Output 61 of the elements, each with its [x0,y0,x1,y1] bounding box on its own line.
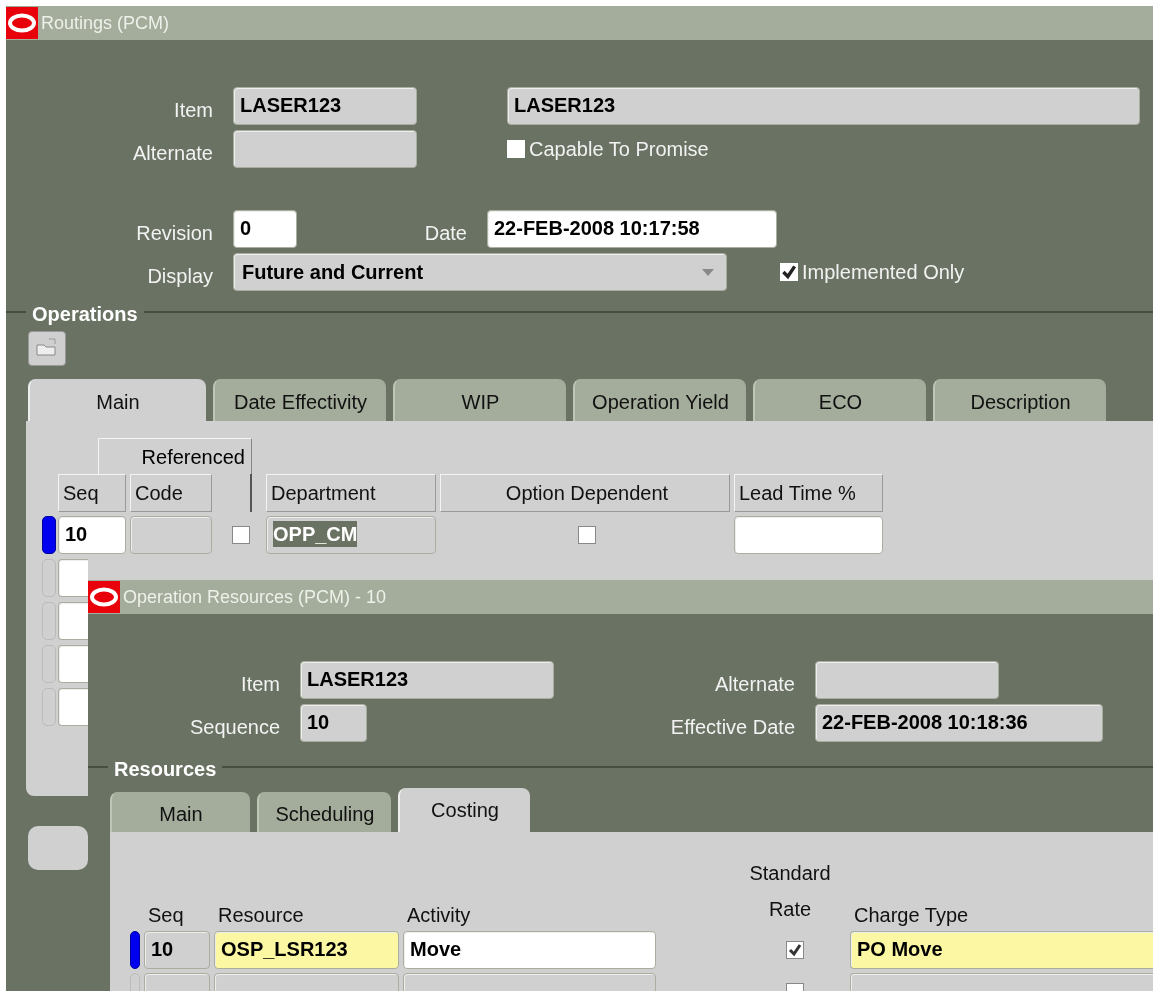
item-field[interactable]: LASER123 [300,661,554,699]
checkbox[interactable] [786,941,804,959]
folder-icon [35,337,59,357]
oracle-logo-icon [6,7,38,39]
tab[interactable]: Costing [398,788,530,832]
alternate-field[interactable] [815,661,999,699]
record-indicator[interactable] [42,516,56,554]
field-label: Effective Date [669,715,795,740]
checkbox-label: Implemented Only [802,260,965,284]
seq-field[interactable]: 10 [144,931,210,969]
column-header: Department [266,474,436,512]
field-label: Revision [135,221,214,245]
field-label: Alternate [713,672,795,697]
tab[interactable]: Scheduling [257,792,391,832]
lead-time-field[interactable] [734,516,883,554]
checkbox[interactable] [232,526,250,544]
column-group-header: Referenced [98,438,252,474]
field-label: Display [146,264,214,288]
code-field[interactable] [130,516,212,554]
button[interactable] [28,826,88,870]
column-header: Code [130,474,212,512]
tab[interactable]: Date Effectivity [213,379,386,421]
column-header: Seq [147,904,185,928]
record-indicator[interactable] [130,931,140,969]
folder-button[interactable] [28,331,66,366]
field-label: Alternate [131,141,214,165]
column-header: Activity [406,904,472,928]
tab[interactable]: Description [933,379,1106,421]
window-title: Routings (PCM) [41,12,170,34]
tab[interactable]: Main [110,792,250,832]
field-label: Sequence [188,715,280,740]
field-label: Item [173,98,214,122]
tab[interactable]: Operation Yield [573,379,746,421]
column-header: Option Dependent [440,474,730,512]
seq-field[interactable] [58,645,88,683]
seq-field[interactable] [58,688,88,726]
checkbox-label: Capable To Promise [529,137,709,161]
tab[interactable]: WIP [393,379,566,421]
tab[interactable]: Main [28,379,206,421]
oracle-logo-icon [88,581,120,613]
seq-field[interactable]: 10 [58,516,126,554]
resource-field[interactable]: OSP_LSR123 [214,931,399,969]
field-label: Date [423,221,468,245]
column-header: Lead Time % [734,474,883,512]
department-field[interactable]: OPP_CM [266,516,436,554]
activity-field[interactable]: Move [403,931,656,969]
sequence-field[interactable]: 10 [300,704,367,742]
column-header: Seq [58,474,126,512]
column-header: Charge Type [853,904,970,928]
effective-date-field[interactable]: 22-FEB-2008 10:18:36 [815,704,1103,742]
checkbox[interactable] [578,526,596,544]
section-title: Resources [113,758,218,780]
seq-field[interactable] [58,559,88,597]
seq-field[interactable] [58,602,88,640]
charge-type-field[interactable]: PO Move [850,931,1153,969]
tab[interactable]: ECO [753,379,926,421]
column-header: Standard Rate [748,861,832,922]
section-title: Operations [31,303,139,325]
window-title: Operation Resources (PCM) - 10 [123,586,387,608]
column-header: Resource [217,904,305,928]
field-label: Item [240,672,280,697]
